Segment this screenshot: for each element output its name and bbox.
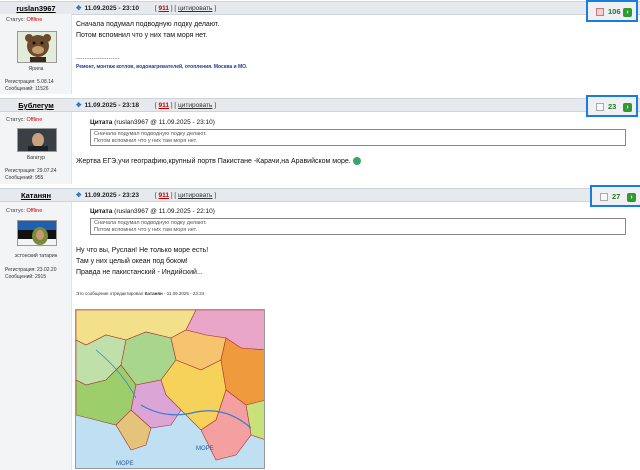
- status: Статус: Offline: [6, 208, 43, 214]
- author-link[interactable]: Катанян: [0, 191, 72, 200]
- post-1: ruslan3967 ✥ 11.09.2025 - 23:10 [ 911 ] […: [0, 0, 640, 96]
- author-sidebar: Статус: Offline эстонский татарин Регист…: [0, 202, 72, 470]
- anchor-icon[interactable]: ✥: [76, 5, 81, 12]
- rating-box: 23 ›: [586, 95, 638, 117]
- map-label: МОРЕ: [116, 461, 134, 467]
- status: Статус: Offline: [6, 117, 43, 123]
- rating-box: 27 ›: [590, 185, 640, 207]
- signature: Ремонт, монтаж котлов, водонагревателей,…: [76, 64, 248, 70]
- post-line: Правда не пакистанский - Индийский...: [76, 269, 203, 276]
- rating-plus-icon[interactable]: ›: [623, 103, 632, 112]
- quote-button[interactable]: цитировать: [178, 192, 212, 199]
- post-actions: [ 911 ] [ цитировать ]: [154, 102, 217, 109]
- post-meta: ✥ 11.09.2025 - 23:23 [ 911 ] [ цитировать…: [76, 191, 216, 199]
- status: Статус: Offline: [6, 17, 43, 23]
- author-sidebar: Статус: Offline Ярила Регистрация: 5.08.…: [0, 14, 72, 94]
- post-number-link[interactable]: 911: [158, 192, 169, 199]
- post-date: 11.09.2025 - 23:23: [84, 192, 140, 199]
- registration: Регистрация: 23.02.20: [5, 267, 57, 273]
- post-actions: [ 911 ] [ цитировать ]: [154, 192, 217, 199]
- avatar: [17, 128, 57, 152]
- post-header: ruslan3967 ✥ 11.09.2025 - 23:10 [ 911 ] […: [0, 1, 640, 15]
- avatar: [17, 220, 57, 246]
- message-count: Сообщений: 11526: [5, 86, 49, 92]
- rating-plus-icon[interactable]: ›: [623, 8, 632, 17]
- rating-box: 106 ›: [586, 0, 638, 22]
- post-number-link[interactable]: 911: [158, 102, 169, 109]
- registration: Регистрация: 5.08.14: [5, 79, 54, 85]
- rating-plus-icon[interactable]: ›: [627, 193, 636, 202]
- post-line: Сначала подумал подводную лодку делают.: [76, 21, 220, 28]
- post-header: Катанян ✥ 11.09.2025 - 23:23 [ 911 ] [ ци…: [0, 188, 640, 202]
- author-link[interactable]: Бублегум: [0, 101, 72, 110]
- rating-minus-icon[interactable]: [596, 8, 604, 16]
- map-label: МОРЕ: [196, 446, 214, 452]
- map-image: МОРЕ МОРЕ: [75, 309, 265, 469]
- rating-value: 27: [612, 192, 621, 201]
- post-body: Ну что вы, Руслан! Не только море есть! …: [76, 245, 208, 278]
- post-date: 11.09.2025 - 23:10: [84, 5, 140, 12]
- avatar-caption: Багатур: [26, 155, 46, 161]
- message-count: Сообщений: 955: [5, 175, 44, 181]
- quote-header: Цитата (ruslan3967 @ 11.09.2025 - 23:10): [90, 119, 215, 126]
- quote-box: Сначала подумал подводную лодку делают. …: [90, 129, 626, 146]
- signature-separator: --------------------: [76, 55, 120, 62]
- anchor-icon[interactable]: ✥: [76, 102, 81, 109]
- post-actions: [ 911 ] [ цитировать ]: [154, 5, 217, 12]
- registration: Регистрация: 29.07.24: [5, 168, 57, 174]
- quote-header: Цитата (ruslan3967 @ 11.09.2025 - 22:10): [90, 208, 215, 215]
- status-offline: Offline: [26, 208, 43, 214]
- avatar: [17, 31, 57, 63]
- anchor-icon[interactable]: ✥: [76, 192, 81, 199]
- quote-button[interactable]: цитировать: [178, 102, 212, 109]
- status-offline: Offline: [26, 17, 43, 23]
- message-count: Сообщений: 2915: [5, 274, 47, 280]
- post-body: Сначала подумал подводную лодку делают. …: [76, 19, 219, 41]
- edited-note: Это сообщение отредактировал Катанян - 1…: [76, 291, 205, 296]
- post-header: Бублегум ✥ 11.09.2025 - 23:18 [ 911 ] [ ц…: [0, 98, 640, 112]
- post-body: Жертва ЕГЭ,учи географию,крупный портв П…: [76, 156, 361, 167]
- avatar-caption: Ярила: [28, 66, 44, 72]
- post-number-link[interactable]: 911: [158, 5, 169, 12]
- post-meta: ✥ 11.09.2025 - 23:10 [ 911 ] [ цитировать…: [76, 4, 216, 12]
- smiley-icon: [352, 157, 361, 166]
- avatar-caption: эстонский татарин: [14, 253, 58, 259]
- author-link[interactable]: ruslan3967: [0, 4, 72, 13]
- status-offline: Offline: [26, 117, 43, 123]
- rating-value: 23: [608, 102, 617, 111]
- post-meta: ✥ 11.09.2025 - 23:18 [ 911 ] [ цитировать…: [76, 101, 216, 109]
- author-sidebar: Статус: Offline Багатур Регистрация: 29.…: [0, 112, 72, 184]
- post-line: Потом вспомнил что у них там моря нет.: [76, 32, 208, 39]
- post-date: 11.09.2025 - 23:18: [84, 102, 140, 109]
- post-line: Там у них целый океан под боком!: [76, 258, 188, 265]
- rating-value: 106: [608, 7, 621, 16]
- post-2: Бублегум ✥ 11.09.2025 - 23:18 [ 911 ] [ ц…: [0, 95, 640, 184]
- post-line: Ну что вы, Руслан! Не только море есть!: [76, 247, 209, 254]
- quote-button[interactable]: цитировать: [178, 5, 212, 12]
- quote-box: Сначала подумал подводную лодку делают. …: [90, 218, 626, 235]
- rating-minus-icon[interactable]: [600, 193, 608, 201]
- rating-minus-icon[interactable]: [596, 103, 604, 111]
